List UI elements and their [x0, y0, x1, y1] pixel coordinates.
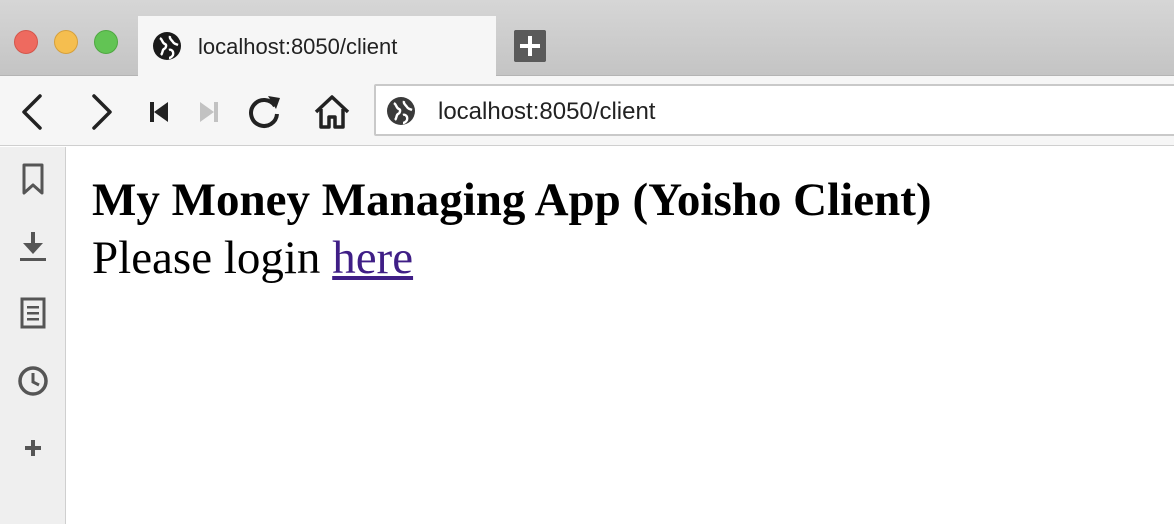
address-bar-text[interactable]: localhost:8050/client	[438, 98, 655, 126]
page-title: My Money Managing App (Yoisho Client)	[92, 174, 932, 226]
history-icon[interactable]	[15, 363, 51, 399]
login-prefix-text: Please login	[92, 232, 333, 284]
close-window-button[interactable]	[14, 30, 38, 54]
address-bar[interactable]: localhost:8050/client	[374, 84, 1174, 136]
tab-strip: localhost:8050/client	[0, 0, 1174, 77]
globe-icon	[387, 97, 415, 125]
globe-icon	[153, 32, 181, 60]
download-icon[interactable]	[15, 229, 51, 265]
bookmark-icon[interactable]	[15, 161, 51, 197]
home-icon[interactable]	[312, 92, 352, 132]
tab-title: localhost:8050/client	[198, 34, 398, 59]
add-icon[interactable]	[15, 430, 51, 466]
forward-icon[interactable]	[80, 92, 120, 132]
skip-back-icon[interactable]	[142, 92, 182, 132]
reload-icon[interactable]	[244, 92, 284, 132]
sidebar	[0, 147, 66, 524]
new-tab-button[interactable]	[514, 30, 546, 62]
maximize-window-button[interactable]	[94, 30, 118, 54]
reader-icon[interactable]	[15, 295, 51, 331]
login-prompt: Please login here	[92, 231, 413, 285]
page-content: My Money Managing App (Yoisho Client) Pl…	[66, 147, 1174, 524]
minimize-window-button[interactable]	[54, 30, 78, 54]
skip-forward-icon[interactable]	[190, 92, 230, 132]
tab-active[interactable]: localhost:8050/client	[138, 16, 496, 77]
login-link[interactable]: here	[332, 232, 413, 284]
back-icon[interactable]	[14, 92, 54, 132]
navigation-toolbar: localhost:8050/client	[0, 76, 1174, 146]
